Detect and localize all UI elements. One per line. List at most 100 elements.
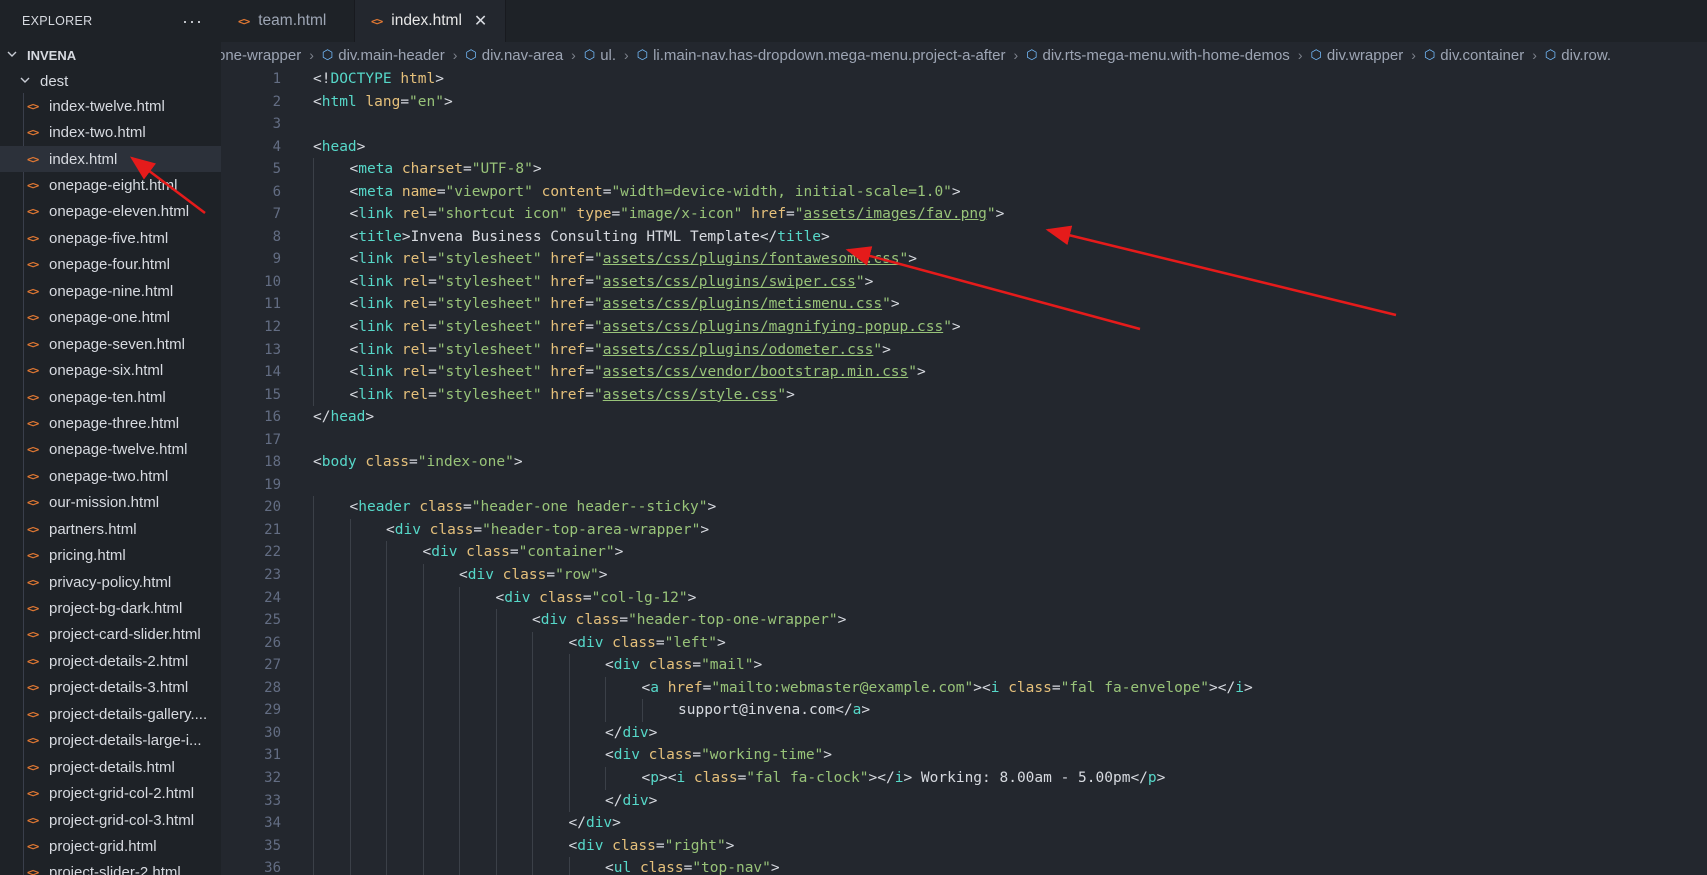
html-file-icon: <> [27,205,39,219]
file-item[interactable]: <> project-grid-col-3.html [0,807,221,833]
code-line[interactable]: 22 <div class="container"> [221,541,1707,565]
code-line[interactable]: 21 <div class="header-top-area-wrapper"> [221,518,1707,542]
file-item[interactable]: <> project-card-slider.html [0,622,221,648]
file-item[interactable]: <> onepage-three.html [0,410,221,436]
breadcrumb-item[interactable]: ⬡ li.main-nav.has-dropdown.mega-menu.proj… [637,47,1006,64]
file-item[interactable]: <> project-grid-col-2.html [0,780,221,806]
code-line[interactable]: 9 <link rel="stylesheet" href="assets/css… [221,248,1707,271]
file-item[interactable]: <> project-grid.html [0,833,221,859]
breadcrumb-item[interactable]: ⬡ ul. [584,47,616,64]
code-line[interactable]: 23 <div class="row"> [221,564,1707,587]
code-line[interactable]: 31 <div class="working-time"> [221,744,1707,767]
tab-index-html[interactable]: <> index.html ✕ [355,0,507,42]
file-item[interactable]: <> our-mission.html [0,490,221,516]
file-item[interactable]: <> partners.html [0,516,221,542]
file-item[interactable]: <> onepage-twelve.html [0,437,221,463]
code-line[interactable]: 32 <p><i class="fal fa-clock"></i> Workin… [221,766,1707,790]
code-token: href [550,296,586,313]
file-item[interactable]: <> project-slider-2.html [0,860,221,875]
breadcrumb-item[interactable]: one-wrapper [221,47,301,64]
code-token: i [1235,679,1244,696]
code-line[interactable]: 36 <ul class="top-nav"> [221,857,1707,875]
element-cube-icon: ⬡ [583,47,596,62]
breadcrumb-item[interactable]: ⬡ div.main-header [322,47,445,64]
file-item[interactable]: <> project-details-3.html [0,675,221,701]
code-token: = [436,183,446,200]
code-line[interactable]: 19 [221,474,1707,497]
code-line[interactable]: 25 <div class="header-top-one-wrapper"> [221,609,1707,632]
code-line[interactable]: 33 </div> [221,789,1707,813]
code-line[interactable]: 30 </div> [221,721,1707,745]
file-item[interactable]: <> index-twelve.html [0,93,221,119]
code-line[interactable]: 34 </div> [221,812,1707,835]
file-item[interactable]: <> project-details.html [0,754,221,780]
file-item[interactable]: <> project-details-large-i... [0,728,221,754]
code-line[interactable]: 35 <div class="right"> [221,834,1707,858]
breadcrumb-item[interactable]: ⬡ div.row. [1545,47,1611,64]
code-token: = [585,386,594,403]
indent-guide [422,676,424,700]
code-line[interactable]: 12 <link rel="stylesheet" href="assets/cs… [221,316,1707,339]
code-line[interactable]: 17 [221,429,1707,452]
code-token: > [716,634,726,651]
breadcrumb-item[interactable]: ⬡ div.container [1424,47,1524,64]
code-content: <body class="index-one"> [313,451,523,474]
file-item[interactable]: <> onepage-four.html [0,252,221,278]
code-line[interactable]: 16 </head> [221,406,1707,429]
indent-guide [313,789,314,813]
folder-dest[interactable]: dest [0,68,221,94]
indent-guide [422,609,424,632]
code-line[interactable]: 6 <meta name="viewport" content="width=de… [221,180,1707,204]
code-line[interactable]: 20 <header class="header-one header--stic… [221,496,1707,519]
code-line[interactable]: 15 <link rel="stylesheet" href="assets/cs… [221,383,1707,407]
code-line[interactable]: 2 <html lang="en"> [221,91,1707,114]
file-item[interactable]: <> onepage-two.html [0,463,221,489]
file-item[interactable]: <> onepage-six.html [0,357,221,383]
indent-guide [532,812,533,835]
file-item[interactable]: <> onepage-seven.html [0,331,221,357]
code-line[interactable]: 5 <meta charset="UTF-8"> [221,158,1707,181]
file-item[interactable]: <> onepage-eleven.html [0,199,221,225]
code-line[interactable]: 3 [221,113,1707,136]
code-line[interactable]: 18 <body class="index-one"> [221,451,1707,474]
html-file-icon: <> [27,496,39,510]
code-line[interactable]: 7 <link rel="shortcut icon" type="image/x… [221,203,1707,226]
code-line[interactable]: 29 support@invena.com</a> [221,699,1707,722]
code-line[interactable]: 4 <head> [221,136,1707,159]
code-line[interactable]: 11 <link rel="stylesheet" href="assets/cs… [221,293,1707,317]
file-item[interactable]: <> onepage-one.html [0,305,221,331]
file-item[interactable]: <> onepage-five.html [0,225,221,251]
breadcrumb-item[interactable]: ⬡ div.wrapper [1310,47,1403,64]
file-item[interactable]: <> project-details-2.html [0,648,221,674]
code-editor[interactable]: 1 <!DOCTYPE html> 2 <html lang="en"> 3 4 <head… [221,68,1707,875]
file-item[interactable]: <> index-two.html [0,119,221,145]
code-line[interactable]: 13 <link rel="stylesheet" href="assets/cs… [221,338,1707,362]
code-line[interactable]: 27 <div class="mail"> [221,654,1707,677]
file-item[interactable]: <> onepage-ten.html [0,384,221,410]
code-line[interactable]: 10 <link rel="stylesheet" href="assets/cs… [221,270,1707,294]
indent-guide [313,248,314,271]
close-icon[interactable]: ✕ [474,11,487,31]
code-line[interactable]: 1 <!DOCTYPE html> [221,68,1707,91]
tab-team-html[interactable]: <> team.html [221,0,355,42]
code-token: Working: 8.00am - 5.00pm [912,769,1131,786]
file-item[interactable]: <> project-details-gallery.... [0,701,221,727]
breadcrumb-item[interactable]: ⬡ div.rts-mega-menu.with-home-demos [1026,47,1290,64]
code-line[interactable]: 14 <link rel="stylesheet" href="assets/cs… [221,361,1707,384]
file-item[interactable]: <> onepage-eight.html [0,172,221,198]
line-number: 26 [264,634,281,651]
file-item[interactable]: <> project-bg-dark.html [0,595,221,621]
workspace-root[interactable]: INVENA [0,42,221,68]
code-line[interactable]: 24 <div class="col-lg-12"> [221,586,1707,610]
code-line[interactable]: 8 <title>Invena Business Consulting HTML … [221,225,1707,249]
file-item[interactable]: <> pricing.html [0,542,221,568]
file-item[interactable]: <> index.html [0,145,221,173]
more-actions-icon[interactable]: ··· [182,12,203,30]
breadcrumb-item[interactable]: ⬡ div.nav-area [465,47,563,64]
file-item[interactable]: <> privacy-policy.html [0,569,221,595]
code-token: class [612,837,656,854]
code-line[interactable]: 28 <a href = "mailto:webmaster@example.com"… [221,676,1707,700]
code-line[interactable]: 26 <div class="left"> [221,631,1707,655]
line-number: 10 [264,273,281,290]
file-item[interactable]: <> onepage-nine.html [0,278,221,304]
